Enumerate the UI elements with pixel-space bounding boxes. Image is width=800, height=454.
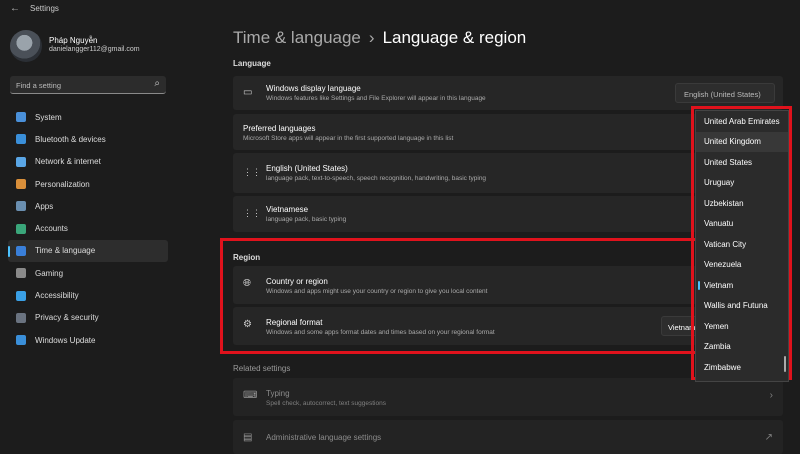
chevron-right-icon: ›	[769, 390, 773, 401]
nav-icon	[16, 179, 26, 190]
sidebar-item-label: Personalization	[35, 179, 90, 189]
sidebar-item-personalization[interactable]: Personalization	[8, 173, 168, 195]
keyboard-icon: ⌨	[243, 390, 258, 401]
language-item-subtitle: language pack, basic typing	[266, 216, 347, 223]
related-settings-title: Related settings	[233, 364, 291, 373]
country-option[interactable]: United Arab Emirates	[696, 111, 788, 132]
region-highlight-box	[220, 238, 698, 354]
display-language-dropdown[interactable]: English (United States)	[675, 83, 775, 103]
nav-icon	[16, 201, 26, 212]
nav-icon	[16, 223, 26, 234]
preferred-languages-title: Preferred languages	[243, 124, 316, 133]
nav-icon	[16, 245, 26, 256]
nav-icon	[16, 112, 26, 123]
admin-icon: ▤	[243, 432, 253, 443]
country-option[interactable]: Vatican City	[696, 234, 788, 255]
country-option[interactable]: Wallis and Futuna	[696, 296, 788, 317]
typing-subtitle: Spell check, autocorrect, text suggestio…	[266, 400, 386, 407]
user-email: danielangger112@gmail.com	[49, 46, 140, 53]
country-option[interactable]: United States	[696, 152, 788, 173]
drag-handle-icon[interactable]: ⋮⋮	[243, 208, 261, 219]
avatar[interactable]	[10, 30, 42, 62]
nav-icon	[16, 156, 26, 167]
display-language-row: ▭ Windows display language Windows featu…	[233, 76, 783, 110]
sidebar-item-label: Bluetooth & devices	[35, 134, 106, 144]
app-title: Settings	[30, 4, 59, 13]
sidebar-item-accessibility[interactable]: Accessibility	[8, 284, 168, 306]
sidebar-item-label: Accounts	[35, 224, 68, 234]
country-option[interactable]: Zambia	[696, 337, 788, 358]
preferred-languages-subtitle: Microsoft Store apps will appear in the …	[243, 135, 454, 142]
external-link-icon[interactable]: ↗	[765, 432, 773, 443]
nav-icon	[16, 312, 26, 323]
breadcrumb-parent[interactable]: Time & language	[233, 28, 361, 47]
nav-icon	[16, 134, 26, 145]
nav-icon	[16, 268, 26, 279]
sidebar-item-gaming[interactable]: Gaming	[8, 262, 168, 284]
typing-title: Typing	[266, 389, 290, 398]
nav-icon	[16, 290, 26, 301]
monitor-icon: ▭	[243, 87, 253, 98]
country-option[interactable]: Vanuatu	[696, 214, 788, 235]
nav-icon	[16, 335, 26, 346]
country-option[interactable]: Zimbabwe	[696, 357, 788, 378]
sidebar-item-label: Accessibility	[35, 291, 79, 301]
language-item-title: Vietnamese	[266, 205, 309, 214]
nav-list: System Bluetooth & devices Network & inter…	[8, 106, 168, 351]
country-option[interactable]: United Kingdom	[696, 131, 788, 152]
display-language-title: Windows display language	[266, 84, 361, 93]
sidebar-item-system[interactable]: System	[8, 106, 168, 128]
country-option[interactable]: Uruguay	[696, 173, 788, 194]
country-option[interactable]: Uzbekistan	[696, 193, 788, 214]
search-input[interactable]: Find a setting ⌕	[10, 76, 166, 94]
user-name: Pháp Nguyễn	[49, 36, 98, 45]
sidebar-item-time-language[interactable]: Time & language	[8, 239, 168, 263]
country-option[interactable]: Vietnam	[696, 275, 788, 296]
admin-language-row[interactable]: ▤ Administrative language settings ↗	[233, 420, 783, 454]
admin-language-title: Administrative language settings	[266, 433, 382, 442]
sidebar-item-label: Windows Update	[35, 335, 96, 345]
scrollbar-thumb[interactable]	[784, 356, 786, 372]
sidebar-item-apps[interactable]: Apps	[8, 195, 168, 217]
sidebar: Pháp Nguyễn danielangger112@gmail.com Fi…	[0, 18, 175, 450]
page-title: Language & region	[382, 28, 527, 47]
sidebar-item-label: Network & internet	[35, 157, 101, 167]
language-item-title: English (United States)	[266, 164, 348, 173]
sidebar-item-bluetooth-devices[interactable]: Bluetooth & devices	[8, 128, 168, 150]
sidebar-item-label: Time & language	[35, 246, 96, 256]
sidebar-item-accounts[interactable]: Accounts	[8, 217, 168, 239]
typing-row[interactable]: ⌨ Typing Spell check, autocorrect, text …	[233, 378, 783, 416]
back-arrow-icon[interactable]: ←	[10, 3, 20, 14]
search-icon[interactable]: ⌕	[154, 78, 160, 89]
sidebar-item-network-internet[interactable]: Network & internet	[8, 151, 168, 173]
country-dropdown-list[interactable]: United Arab Emirates United Kingdom United…	[695, 110, 789, 382]
drag-handle-icon[interactable]: ⋮⋮	[243, 167, 261, 178]
sidebar-item-label: Gaming	[35, 268, 64, 278]
display-language-value: English (United States)	[684, 90, 761, 99]
sidebar-item-label: Apps	[35, 201, 54, 211]
country-option[interactable]: Yemen	[696, 316, 788, 337]
sidebar-item-label: Privacy & security	[35, 313, 99, 323]
breadcrumb: Time & language › Language & region	[233, 28, 526, 48]
language-item-subtitle: language pack, text-to-speech, speech re…	[266, 175, 487, 182]
sidebar-item-privacy-security[interactable]: Privacy & security	[8, 307, 168, 329]
sidebar-item-windows-update[interactable]: Windows Update	[8, 329, 168, 351]
language-section-title: Language	[233, 59, 271, 68]
country-option[interactable]: Venezuela	[696, 255, 788, 276]
sidebar-item-label: System	[35, 112, 62, 122]
breadcrumb-separator: ›	[368, 28, 375, 47]
display-language-subtitle: Windows features like Settings and File …	[266, 95, 486, 102]
search-placeholder: Find a setting	[16, 81, 62, 90]
